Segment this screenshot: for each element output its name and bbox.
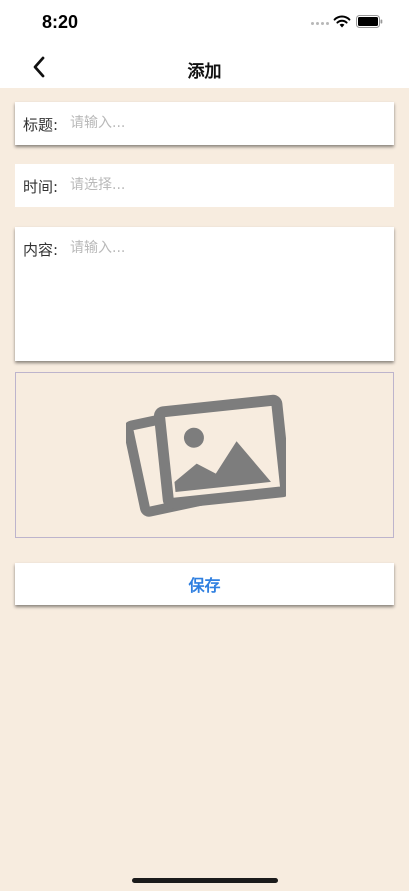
page-title: 添加 [187, 62, 222, 82]
battery-icon [356, 15, 383, 28]
photos-icon [126, 394, 286, 517]
content-field-card: 内容: [15, 227, 394, 361]
image-picker[interactable] [15, 372, 394, 538]
time-field-card[interactable]: 时间: [15, 164, 394, 207]
title-input[interactable] [70, 112, 384, 134]
time-picker-input[interactable] [70, 174, 384, 196]
home-indicator [132, 878, 278, 883]
wifi-icon [333, 15, 351, 28]
status-bar: 8:20 [0, 0, 409, 46]
title-field-label: 标题: [23, 116, 59, 134]
save-button[interactable]: 保存 [15, 563, 394, 605]
time-field-label: 时间: [23, 178, 59, 196]
content-textarea[interactable] [70, 239, 384, 349]
navigation-bar: 添加 [0, 46, 409, 88]
title-field-card: 标题: [15, 102, 394, 145]
content-field-label: 内容: [23, 241, 59, 259]
cellular-signal-icon [311, 22, 329, 26]
screen: 8:20 添加 标题: 时间: 内容: [0, 0, 409, 891]
status-time: 8:20 [42, 12, 79, 32]
